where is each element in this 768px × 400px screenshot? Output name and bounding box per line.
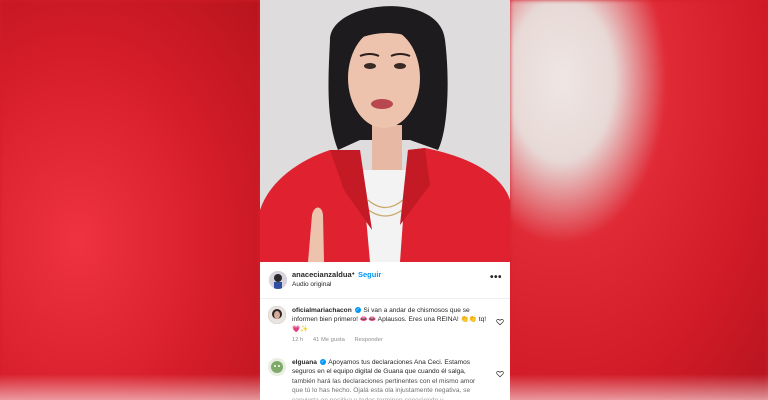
comment-body: Apoyamos tus declaraciones Ana Ceci. Est… [292,359,476,400]
owner-avatar[interactable] [269,271,287,289]
reply-button[interactable]: Responder [354,337,382,343]
blurred-background-right [510,0,768,400]
verified-badge-icon: ✓ [319,359,326,366]
comment-username[interactable]: elguana [292,359,317,366]
comment-item: elguana ✓ Apoyamos tus declaraciones Ana… [260,358,510,400]
comment-likes[interactable]: 41 Me gusta [313,337,345,343]
comment-meta: 12 h 41 Me gusta Responder [292,337,391,343]
commenter-avatar[interactable] [268,358,286,376]
separator-dot: • [352,269,355,278]
commenter-avatar-image [268,358,286,376]
video-frame-illustration [260,0,510,262]
like-heart-icon[interactable] [496,370,504,378]
instagram-post-card: anacecianzaldua • Seguir Audio original … [260,0,510,400]
like-heart-icon[interactable] [496,318,504,326]
follow-button[interactable]: Seguir [358,270,381,279]
audio-label[interactable]: Audio original [292,281,331,288]
verified-badge-icon: ✓ [354,307,361,314]
reel-video[interactable] [260,0,510,262]
comment-text-block: oficialmariachacon ✓ Si van a andar de c… [292,306,488,334]
comment-text-block: elguana ✓ Apoyamos tus declaraciones Ana… [292,358,488,400]
commenter-avatar-image [268,306,286,324]
more-options-icon[interactable]: ••• [490,272,502,283]
blurred-background-left [0,0,260,400]
post-header: anacecianzaldua • Seguir Audio original … [260,262,510,299]
commenter-avatar[interactable] [268,306,286,324]
comment-username[interactable]: oficialmariachacon [292,307,352,314]
comment-item: oficialmariachacon ✓ Si van a andar de c… [260,306,510,354]
owner-avatar-image [269,271,287,289]
owner-username[interactable]: anacecianzaldua [292,270,352,279]
comment-time: 12 h [292,337,304,343]
